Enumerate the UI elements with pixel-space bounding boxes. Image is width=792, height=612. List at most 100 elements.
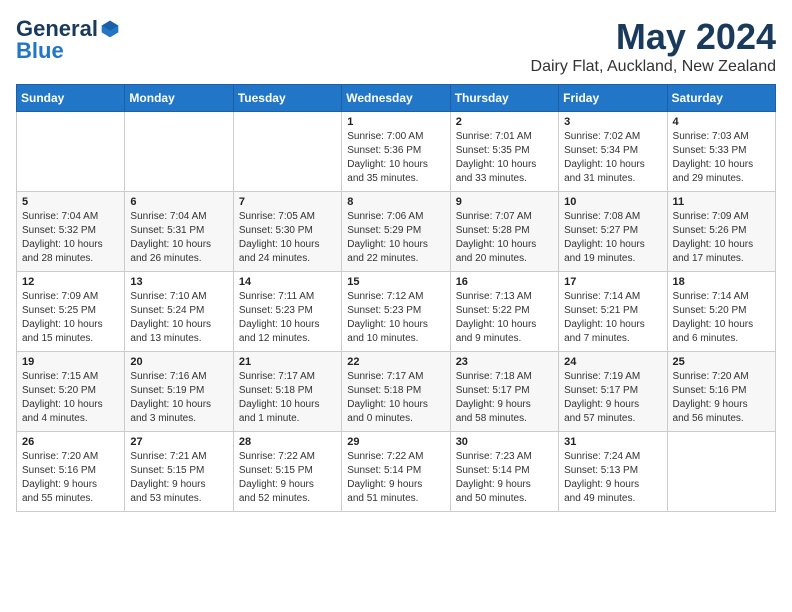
calendar-day-cell: 9 Sunrise: 7:07 AM Sunset: 5:28 PM Daylig… (450, 192, 558, 272)
day-number: 11 (673, 196, 770, 208)
day-number: 2 (456, 116, 553, 128)
location-subtitle: Dairy Flat, Auckland, New Zealand (531, 58, 776, 76)
day-number: 13 (130, 276, 227, 288)
day-info: Sunrise: 7:04 AM Sunset: 5:31 PM Dayligh… (130, 210, 227, 266)
day-number: 31 (564, 436, 661, 448)
logo-blue-text: Blue (16, 38, 64, 64)
day-number: 20 (130, 356, 227, 368)
calendar-week-row: 12 Sunrise: 7:09 AM Sunset: 5:25 PM Dayli… (17, 272, 776, 352)
title-block: May 2024 Dairy Flat, Auckland, New Zeala… (531, 16, 776, 76)
day-info: Sunrise: 7:09 AM Sunset: 5:25 PM Dayligh… (22, 290, 119, 346)
weekday-header: Thursday (450, 85, 558, 112)
month-title: May 2024 (531, 16, 776, 58)
day-info: Sunrise: 7:20 AM Sunset: 5:16 PM Dayligh… (673, 370, 770, 426)
day-number: 29 (347, 436, 444, 448)
day-info: Sunrise: 7:17 AM Sunset: 5:18 PM Dayligh… (347, 370, 444, 426)
calendar-day-cell: 8Sunrise: 7:06 AM Sunset: 5:29 PM Daylig… (342, 192, 450, 272)
calendar-day-cell: 4 Sunrise: 7:03 AM Sunset: 5:33 PM Daylig… (667, 112, 775, 192)
calendar-day-cell: 13 Sunrise: 7:10 AM Sunset: 5:24 PM Dayli… (125, 272, 233, 352)
day-info: Sunrise: 7:22 AM Sunset: 5:15 PM Dayligh… (239, 450, 336, 506)
day-info: Sunrise: 7:16 AM Sunset: 5:19 PM Dayligh… (130, 370, 227, 426)
calendar-header-row: SundayMondayTuesdayWednesdayThursdayFrid… (17, 85, 776, 112)
day-number: 24 (564, 356, 661, 368)
day-info: Sunrise: 7:17 AM Sunset: 5:18 PM Dayligh… (239, 370, 336, 426)
calendar-day-cell: 21 Sunrise: 7:17 AM Sunset: 5:18 PM Dayli… (233, 352, 341, 432)
calendar-day-cell (233, 112, 341, 192)
calendar-day-cell: 20 Sunrise: 7:16 AM Sunset: 5:19 PM Dayli… (125, 352, 233, 432)
calendar-week-row: 1 Sunrise: 7:00 AM Sunset: 5:36 PM Daylig… (17, 112, 776, 192)
day-info: Sunrise: 7:04 AM Sunset: 5:32 PM Dayligh… (22, 210, 119, 266)
calendar-day-cell: 14Sunrise: 7:11 AM Sunset: 5:23 PM Dayli… (233, 272, 341, 352)
calendar-day-cell (17, 112, 125, 192)
calendar-day-cell: 23 Sunrise: 7:18 AM Sunset: 5:17 PM Dayli… (450, 352, 558, 432)
weekday-header: Wednesday (342, 85, 450, 112)
day-info: Sunrise: 7:03 AM Sunset: 5:33 PM Dayligh… (673, 130, 770, 186)
day-info: Sunrise: 7:14 AM Sunset: 5:21 PM Dayligh… (564, 290, 661, 346)
day-info: Sunrise: 7:01 AM Sunset: 5:35 PM Dayligh… (456, 130, 553, 186)
day-info: Sunrise: 7:19 AM Sunset: 5:17 PM Dayligh… (564, 370, 661, 426)
day-number: 17 (564, 276, 661, 288)
calendar-day-cell: 24 Sunrise: 7:19 AM Sunset: 5:17 PM Dayli… (559, 352, 667, 432)
weekday-header: Saturday (667, 85, 775, 112)
calendar-week-row: 5 Sunrise: 7:04 AM Sunset: 5:32 PM Daylig… (17, 192, 776, 272)
day-number: 8 (347, 196, 444, 208)
day-number: 23 (456, 356, 553, 368)
day-info: Sunrise: 7:07 AM Sunset: 5:28 PM Dayligh… (456, 210, 553, 266)
calendar-day-cell: 22 Sunrise: 7:17 AM Sunset: 5:18 PM Dayli… (342, 352, 450, 432)
calendar-day-cell: 3 Sunrise: 7:02 AM Sunset: 5:34 PM Daylig… (559, 112, 667, 192)
day-info: Sunrise: 7:21 AM Sunset: 5:15 PM Dayligh… (130, 450, 227, 506)
day-info: Sunrise: 7:00 AM Sunset: 5:36 PM Dayligh… (347, 130, 444, 186)
day-number: 30 (456, 436, 553, 448)
day-info: Sunrise: 7:24 AM Sunset: 5:13 PM Dayligh… (564, 450, 661, 506)
day-info: Sunrise: 7:12 AM Sunset: 5:23 PM Dayligh… (347, 290, 444, 346)
day-number: 26 (22, 436, 119, 448)
calendar-table: SundayMondayTuesdayWednesdayThursdayFrid… (16, 84, 776, 512)
day-info: Sunrise: 7:14 AM Sunset: 5:20 PM Dayligh… (673, 290, 770, 346)
day-number: 16 (456, 276, 553, 288)
day-info: Sunrise: 7:13 AM Sunset: 5:22 PM Dayligh… (456, 290, 553, 346)
day-number: 1 (347, 116, 444, 128)
day-number: 5 (22, 196, 119, 208)
day-info: Sunrise: 7:10 AM Sunset: 5:24 PM Dayligh… (130, 290, 227, 346)
weekday-header: Friday (559, 85, 667, 112)
calendar-day-cell: 16 Sunrise: 7:13 AM Sunset: 5:22 PM Dayli… (450, 272, 558, 352)
calendar-day-cell: 25Sunrise: 7:20 AM Sunset: 5:16 PM Dayli… (667, 352, 775, 432)
calendar-day-cell (125, 112, 233, 192)
calendar-day-cell: 30 Sunrise: 7:23 AM Sunset: 5:14 PM Dayli… (450, 432, 558, 512)
calendar-day-cell: 10Sunrise: 7:08 AM Sunset: 5:27 PM Dayli… (559, 192, 667, 272)
day-number: 22 (347, 356, 444, 368)
calendar-day-cell: 7Sunrise: 7:05 AM Sunset: 5:30 PM Daylig… (233, 192, 341, 272)
day-number: 27 (130, 436, 227, 448)
day-info: Sunrise: 7:11 AM Sunset: 5:23 PM Dayligh… (239, 290, 336, 346)
day-info: Sunrise: 7:23 AM Sunset: 5:14 PM Dayligh… (456, 450, 553, 506)
calendar-day-cell: 19Sunrise: 7:15 AM Sunset: 5:20 PM Dayli… (17, 352, 125, 432)
day-number: 3 (564, 116, 661, 128)
calendar-day-cell (667, 432, 775, 512)
day-number: 12 (22, 276, 119, 288)
day-info: Sunrise: 7:20 AM Sunset: 5:16 PM Dayligh… (22, 450, 119, 506)
day-number: 4 (673, 116, 770, 128)
day-info: Sunrise: 7:18 AM Sunset: 5:17 PM Dayligh… (456, 370, 553, 426)
calendar-day-cell: 2 Sunrise: 7:01 AM Sunset: 5:35 PM Daylig… (450, 112, 558, 192)
calendar-day-cell: 27 Sunrise: 7:21 AM Sunset: 5:15 PM Dayli… (125, 432, 233, 512)
weekday-header: Monday (125, 85, 233, 112)
day-number: 21 (239, 356, 336, 368)
calendar-day-cell: 29 Sunrise: 7:22 AM Sunset: 5:14 PM Dayli… (342, 432, 450, 512)
calendar-day-cell: 12 Sunrise: 7:09 AM Sunset: 5:25 PM Dayli… (17, 272, 125, 352)
page-header: General Blue May 2024 Dairy Flat, Auckla… (16, 16, 776, 76)
day-info: Sunrise: 7:22 AM Sunset: 5:14 PM Dayligh… (347, 450, 444, 506)
day-number: 7 (239, 196, 336, 208)
calendar-day-cell: 31 Sunrise: 7:24 AM Sunset: 5:13 PM Dayli… (559, 432, 667, 512)
logo: General Blue (16, 16, 120, 64)
logo-icon (100, 19, 120, 39)
day-number: 15 (347, 276, 444, 288)
weekday-header: Tuesday (233, 85, 341, 112)
day-number: 9 (456, 196, 553, 208)
calendar-day-cell: 17 Sunrise: 7:14 AM Sunset: 5:21 PM Dayli… (559, 272, 667, 352)
day-info: Sunrise: 7:02 AM Sunset: 5:34 PM Dayligh… (564, 130, 661, 186)
calendar-day-cell: 18Sunrise: 7:14 AM Sunset: 5:20 PM Dayli… (667, 272, 775, 352)
calendar-day-cell: 1 Sunrise: 7:00 AM Sunset: 5:36 PM Daylig… (342, 112, 450, 192)
day-info: Sunrise: 7:15 AM Sunset: 5:20 PM Dayligh… (22, 370, 119, 426)
day-number: 6 (130, 196, 227, 208)
day-number: 10 (564, 196, 661, 208)
